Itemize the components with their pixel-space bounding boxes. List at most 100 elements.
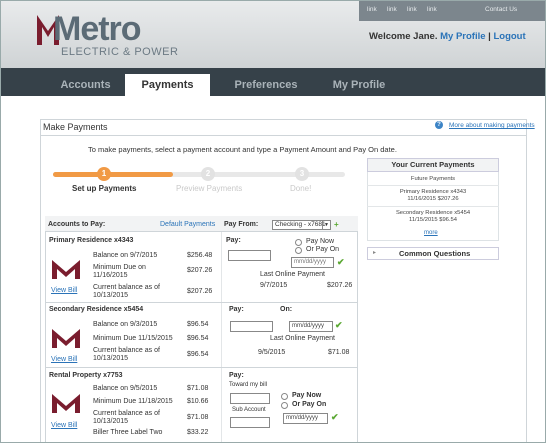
- panel-divider: [40, 135, 527, 136]
- welcome-text: Welcome Jane.: [369, 31, 438, 42]
- tab-my-profile[interactable]: My Profile: [319, 74, 399, 96]
- steps-progress-fill: [53, 172, 173, 177]
- caret-right-icon: ▸: [373, 250, 377, 256]
- logo-subtitle: ELECTRIC & POWER: [61, 46, 179, 58]
- account-3-sub-account-label: Sub Account: [232, 407, 266, 413]
- right-divider-2: [367, 206, 499, 207]
- account-3-name: Rental Property x7753: [49, 372, 123, 379]
- account-3-toward-bill-label: Toward my bill: [229, 382, 268, 388]
- account-2-pay-amount-input[interactable]: [230, 321, 273, 332]
- step-3-label: Done!: [290, 184, 312, 193]
- account-1-view-bill-link[interactable]: View Bill: [51, 287, 77, 294]
- add-account-icon[interactable]: +: [334, 220, 339, 229]
- accounts-to-pay-label: Accounts to Pay:: [48, 221, 106, 228]
- account-1-last-date: 9/7/2015: [260, 282, 288, 289]
- account-3-line-2-amount: $10.66: [187, 398, 209, 405]
- account-2-on-label: On:: [280, 306, 293, 313]
- account-1-pay-amount-input[interactable]: [228, 250, 271, 261]
- top-link-3[interactable]: link: [407, 6, 417, 13]
- account-1-line-2-label: Minimum Due on 11/16/2015: [93, 264, 146, 279]
- account-3-date-input[interactable]: mm/dd/yyyy: [283, 413, 328, 424]
- account-3-sub-account-input[interactable]: [230, 417, 270, 428]
- account-1-pay-now-label: Pay Now: [306, 238, 335, 245]
- row-divider-2: [45, 367, 358, 368]
- contact-us-link[interactable]: Contact Us: [485, 6, 517, 13]
- default-payments-link[interactable]: Default Payments: [160, 221, 215, 228]
- top-links-bar: link link link link Contact Us: [359, 1, 545, 21]
- logout-link[interactable]: Logout: [493, 31, 525, 42]
- common-questions-toggle[interactable]: ▸ Common Questions: [367, 247, 499, 260]
- account-1-line-1-amount: $256.48: [187, 252, 213, 259]
- step-1-badge: 1: [97, 167, 111, 181]
- pay-from-select[interactable]: Checking - x7681 ▼: [272, 220, 331, 230]
- tab-accounts[interactable]: Accounts: [48, 74, 123, 96]
- help-icon[interactable]: ?: [435, 121, 443, 129]
- account-2-line-1-amount: $96.54: [187, 321, 209, 328]
- more-about-payments-link[interactable]: More about making payments: [449, 122, 535, 129]
- account-1-last-online-label: Last Online Payment: [260, 271, 325, 278]
- main-nav: Accounts Payments Preferences My Profile: [1, 68, 545, 96]
- account-3-line-3-amount: $71.08: [187, 414, 209, 421]
- top-link-4[interactable]: link: [427, 6, 437, 13]
- link-separator: |: [488, 31, 491, 42]
- logo-title: Metro: [53, 10, 142, 48]
- account-3-check-icon: ✔: [331, 412, 339, 422]
- account-2-last-date: 9/5/2015: [258, 349, 286, 356]
- table-column-divider: [221, 232, 222, 442]
- account-3-view-bill-link[interactable]: View Bill: [51, 422, 77, 429]
- app-frame: Metro ELECTRIC & POWER link link link li…: [0, 0, 546, 443]
- current-payments-title: Your Current Payments: [367, 158, 499, 172]
- my-profile-link[interactable]: My Profile: [440, 31, 485, 42]
- account-2-date-input[interactable]: mm/dd/yyyy: [289, 321, 333, 332]
- chevron-down-icon: ▼: [322, 221, 330, 229]
- account-3-line-4-label: Biller Three Label Two: [93, 429, 163, 436]
- account-2-line-3-label: Current balance as of 10/13/2015: [93, 347, 160, 362]
- account-2-last-amount: $71.08: [328, 349, 350, 356]
- account-3-line-2-label: Minimum Due 11/18/2015: [93, 398, 173, 405]
- account-2-line-2-label: Minimum Due 11/15/2015: [93, 335, 173, 342]
- account-2-pay-label: Pay:: [229, 306, 244, 313]
- account-2-line-1-label: Balance on 9/3/2015: [93, 321, 158, 328]
- future-payment-1-name: Primary Residence x4343: [399, 189, 467, 195]
- pay-from-value: Checking - x7681: [275, 221, 326, 228]
- instruction-text: To make payments, select a payment accou…: [88, 145, 397, 154]
- account-3-pay-now-radio[interactable]: [281, 393, 288, 400]
- account-1-line-2-amount: $207.26: [187, 267, 213, 274]
- pay-from-label: Pay From:: [224, 221, 259, 228]
- more-payments-link[interactable]: more: [424, 230, 438, 236]
- account-3-line-1-label: Balance on 9/5/2015: [93, 385, 158, 392]
- account-3-toward-bill-input[interactable]: [230, 393, 270, 404]
- account-1-line-1-label: Balance on 9/7/2015: [93, 252, 158, 259]
- account-1-line-3-amount: $207.26: [187, 288, 213, 295]
- tab-payments[interactable]: Payments: [125, 74, 210, 96]
- account-1-pay-on-radio[interactable]: [295, 247, 302, 254]
- future-payments-label: Future Payments: [410, 176, 456, 182]
- account-1-logo-icon: [50, 257, 82, 281]
- account-2-line-3-amount: $96.54: [187, 351, 209, 358]
- account-3-pay-label: Pay:: [229, 372, 244, 379]
- right-divider-1: [367, 185, 499, 186]
- account-1-pay-now-radio[interactable]: [295, 239, 302, 246]
- account-1-pay-on-label: Or Pay On: [306, 246, 340, 253]
- top-link-1[interactable]: link: [367, 6, 377, 13]
- account-2-last-online-label: Last Online Payment: [270, 335, 335, 342]
- future-payment-2-detail: 11/15/2015 $96.54: [409, 217, 457, 223]
- account-1-date-input[interactable]: mm/dd/yyyy: [291, 257, 334, 268]
- account-2-name: Secondary Residence x5454: [49, 306, 144, 313]
- account-3-logo-icon: [50, 391, 82, 415]
- account-3-line-1-amount: $71.08: [187, 385, 209, 392]
- account-2-logo-icon: [50, 326, 82, 350]
- welcome-message: Welcome Jane. My Profile | Logout: [369, 31, 526, 42]
- account-1-line-3-label: Current balance as of 10/13/2015: [93, 284, 160, 299]
- account-2-view-bill-link[interactable]: View Bill: [51, 356, 77, 363]
- account-1-last-amount: $207.26: [327, 282, 353, 289]
- tab-preferences[interactable]: Preferences: [221, 74, 311, 96]
- future-payment-2-name: Secondary Residence x5454: [395, 210, 471, 216]
- account-3-pay-on-radio[interactable]: [281, 402, 288, 409]
- step-3-badge: 3: [295, 167, 309, 181]
- top-link-2[interactable]: link: [387, 6, 397, 13]
- account-1-check-icon: ✔: [337, 257, 345, 267]
- account-3-pay-now-label: Pay Now: [292, 392, 322, 399]
- step-2-badge: 2: [201, 167, 215, 181]
- account-3-pay-on-label: Or Pay On: [292, 401, 327, 408]
